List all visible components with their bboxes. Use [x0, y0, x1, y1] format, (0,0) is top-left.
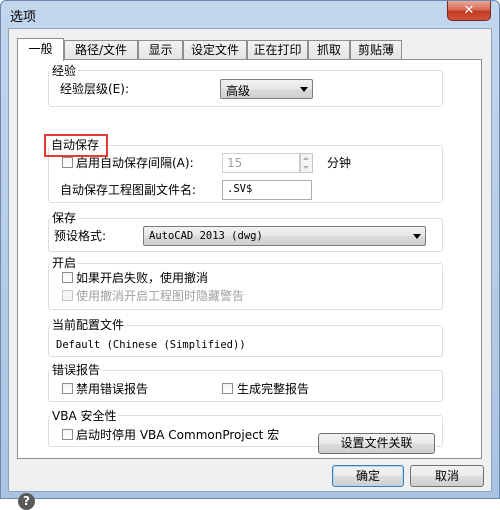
autosave-suffix-label: 自动保存工程图副文件名: — [60, 183, 197, 197]
options-dialog: 选项 ✕ 一般 路径/文件 显示 设定文件 正在打印 抓取 剪贴薄 经验 经验层… — [0, 0, 500, 510]
error-report-group-label: 错误报告 — [50, 363, 103, 377]
hide-warning-label: 使用撤消开启工程图时隐藏警告 — [76, 289, 245, 303]
disable-error-report-label: 禁用错误报告 — [76, 382, 149, 396]
tab-clipboard[interactable]: 剪贴薄 — [350, 40, 402, 59]
autosave-interval-unit: 分钟 — [327, 156, 352, 170]
tab-label: 显示 — [148, 43, 173, 57]
full-report-label: 生成完整报告 — [237, 382, 310, 396]
autosave-interval-label: 启用自动保存间隔(A): — [76, 156, 194, 170]
save-format-select[interactable]: AutoCAD 2013 (dwg) — [143, 226, 426, 246]
cancel-button[interactable]: 取消 — [410, 465, 484, 487]
chevron-down-icon — [303, 166, 309, 169]
help-glyph: ? — [23, 494, 30, 508]
disable-vba-checkbox[interactable] — [62, 429, 73, 440]
profile-group-label: 当前配置文件 — [50, 318, 127, 332]
autosave-suffix-value: .SV$ — [227, 183, 253, 195]
autosave-interval-input[interactable]: 15 — [222, 153, 300, 173]
tab-label: 路径/文件 — [74, 43, 128, 57]
tab-label: 剪贴薄 — [357, 43, 394, 57]
experience-level-select[interactable]: 高级 — [220, 79, 313, 99]
ok-button[interactable]: 确定 — [332, 465, 404, 487]
disable-vba-label: 启动时停用 VBA CommonProject 宏 — [76, 428, 280, 442]
tab-label: 设定文件 — [190, 43, 239, 57]
startup-group-label: 开启 — [50, 256, 79, 270]
ok-label: 确定 — [355, 469, 380, 483]
file-association-label: 设置文件关联 — [340, 436, 413, 450]
window-title: 选项 — [10, 10, 37, 25]
hide-warning-checkbox[interactable] — [62, 290, 73, 301]
tab-profiles[interactable]: 设定文件 — [183, 40, 247, 59]
chevron-down-icon — [413, 234, 421, 239]
experience-group-label: 经验 — [50, 64, 79, 78]
tab-general[interactable]: 一般 — [17, 38, 64, 61]
save-format-value: AutoCAD 2013 (dwg) — [149, 230, 263, 242]
autosave-enable-checkbox[interactable] — [62, 157, 73, 168]
file-association-button[interactable]: 设置文件关联 — [318, 433, 435, 454]
highlight-box — [44, 134, 108, 157]
title-bar[interactable]: 选项 ✕ — [1, 1, 499, 27]
tab-label: 一般 — [28, 42, 53, 56]
dialog-client: 一般 路径/文件 显示 设定文件 正在打印 抓取 剪贴薄 经验 经验层级(E):… — [8, 28, 492, 510]
autosave-interval-spinner[interactable] — [300, 153, 313, 173]
cancel-label: 取消 — [434, 469, 459, 483]
open-fail-undo-label: 如果开启失败，使用撤消 — [76, 271, 209, 285]
general-panel: 经验 经验层级(E): 高级 自动保存 启用自动保存间隔(A): 15 分钟 自… — [17, 59, 482, 459]
tab-label: 抓取 — [316, 43, 341, 57]
disable-error-report-checkbox[interactable] — [62, 383, 73, 394]
full-report-checkbox[interactable] — [222, 383, 233, 394]
autosave-interval-value: 15 — [227, 156, 243, 170]
save-group-label: 保存 — [50, 211, 79, 225]
vba-group-label: VBA 安全性 — [50, 409, 119, 423]
experience-level-value: 高级 — [226, 84, 251, 98]
chevron-down-icon — [300, 87, 308, 92]
close-icon: ✕ — [463, 3, 475, 18]
chevron-up-icon — [303, 157, 309, 160]
tab-printing[interactable]: 正在打印 — [247, 40, 308, 59]
autosave-suffix-input[interactable]: .SV$ — [222, 180, 312, 200]
experience-level-label: 经验层级(E): — [60, 82, 129, 96]
profile-value: Default (Chinese (Simplified)) — [56, 339, 246, 351]
close-button[interactable]: ✕ — [447, 1, 491, 21]
open-fail-undo-checkbox[interactable] — [62, 272, 73, 283]
tab-snap[interactable]: 抓取 — [308, 40, 350, 59]
save-format-label: 预设格式: — [54, 229, 107, 243]
tab-display[interactable]: 显示 — [138, 40, 183, 59]
help-icon[interactable]: ? — [18, 493, 35, 510]
tab-label: 正在打印 — [253, 43, 302, 57]
tab-paths-files[interactable]: 路径/文件 — [64, 40, 138, 59]
